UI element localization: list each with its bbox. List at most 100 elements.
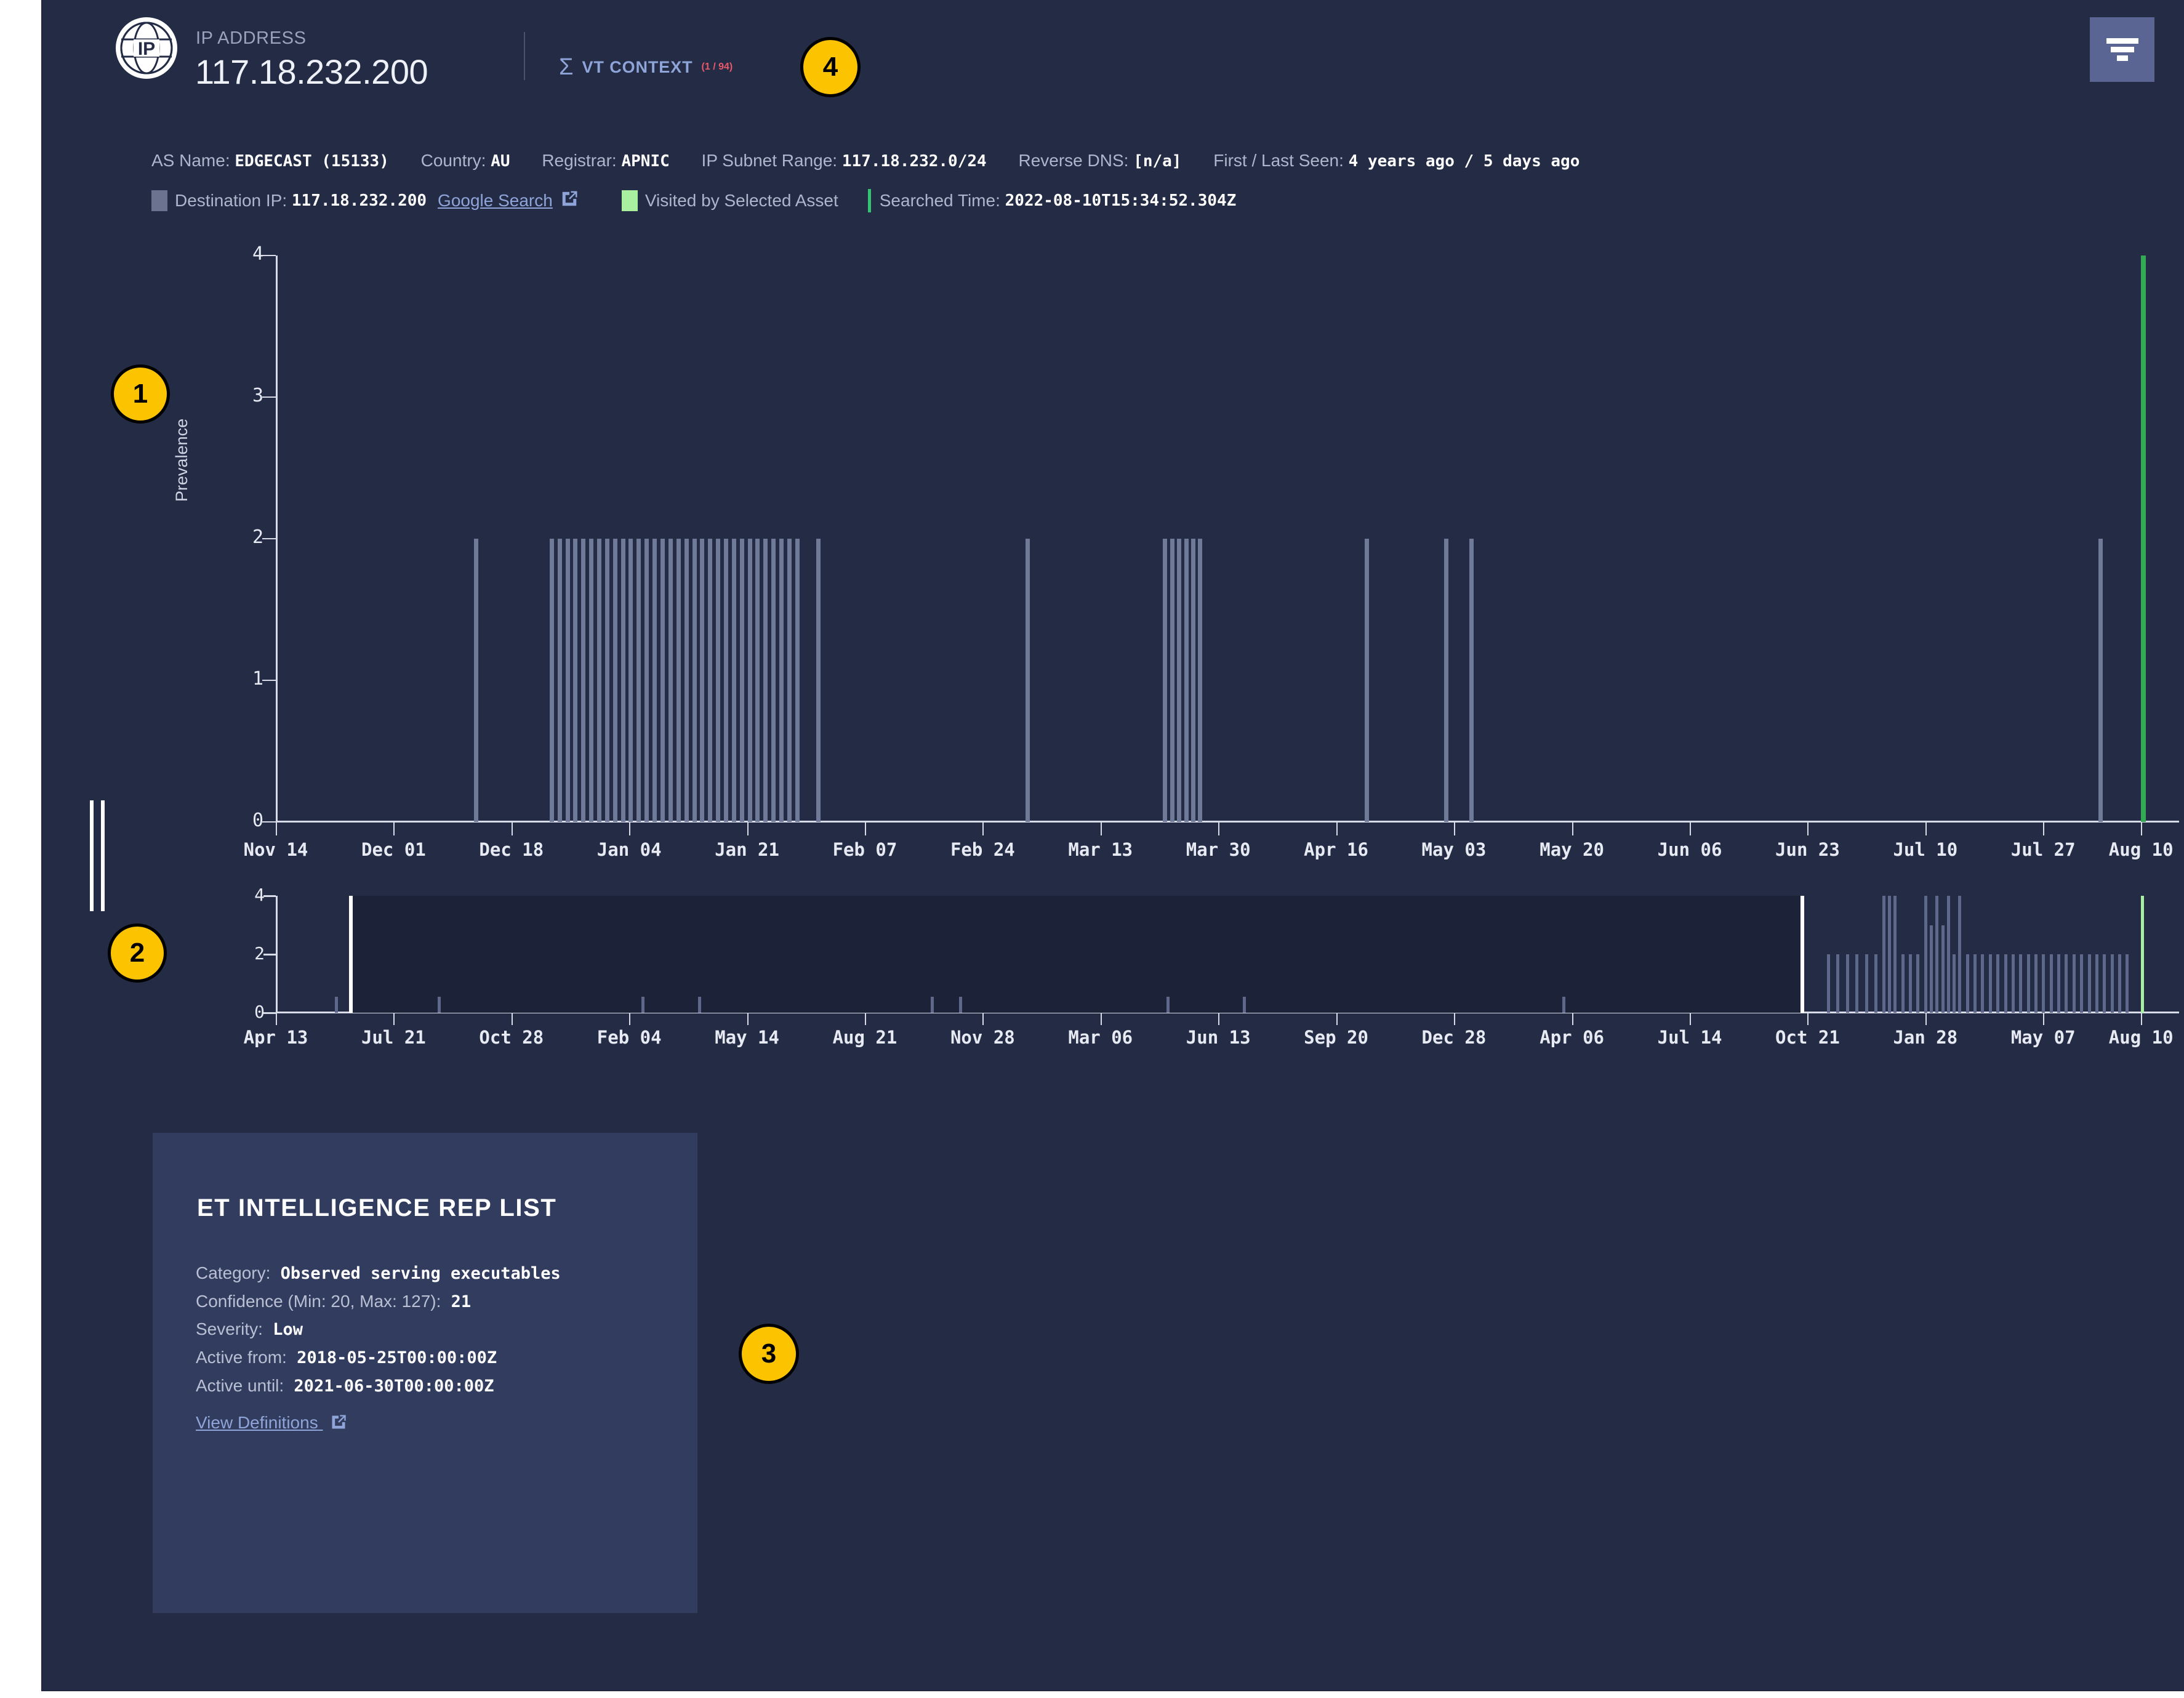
x-tick-label: Jan 04 <box>596 839 662 860</box>
callout-badge-4: 4 <box>800 37 861 97</box>
brush-x-tick <box>276 1013 277 1025</box>
brush-chart-bar <box>1893 896 1897 1013</box>
x-tick <box>511 822 513 835</box>
searched-time-label: Searched Time: <box>879 191 1000 210</box>
brush-chart-bar <box>1882 896 1885 1013</box>
brush-chart-bar <box>2019 954 2023 1013</box>
brush-chart-bar <box>959 996 963 1013</box>
chart-bar <box>739 539 744 822</box>
vt-context-link[interactable]: Σ VT CONTEXT (1 / 94) <box>559 55 733 79</box>
svg-text:IP: IP <box>138 39 155 59</box>
view-definitions-link[interactable]: View Definitions <box>196 1413 347 1435</box>
chart-bar <box>700 539 705 822</box>
et-card-row-label: Active from: <box>196 1348 287 1367</box>
chart-bar <box>1444 539 1449 822</box>
brush-x-tick <box>1100 1013 1102 1025</box>
prevalence-chart[interactable]: Prevalence 0 1 2 3 4 Nov 14 Dec 01 Dec 18 Jan 0… <box>172 243 2179 860</box>
brush-x-tick-label: Apr 06 <box>1540 1027 1605 1048</box>
brush-chart-bar <box>1981 954 1985 1013</box>
chart-bar <box>692 539 697 822</box>
chart-bar <box>716 539 721 822</box>
brush-chart-bar <box>641 996 644 1013</box>
external-link-icon[interactable] <box>560 190 579 212</box>
x-tick <box>1690 822 1692 835</box>
sigma-icon: Σ <box>559 54 574 80</box>
chart-bar <box>604 539 609 822</box>
chart-bar <box>747 539 752 822</box>
destination-ip-value: 117.18.232.200 <box>291 191 427 210</box>
chart-bar <box>1026 539 1030 822</box>
panel-resize-handle[interactable] <box>90 800 114 911</box>
chart-bar <box>628 539 633 822</box>
brush-chart-bar <box>1996 954 2000 1013</box>
google-search-link[interactable]: Google Search <box>438 191 553 211</box>
brush-chart-bar <box>1242 996 1246 1013</box>
x-tick <box>1336 822 1338 835</box>
x-tick-label: Feb 07 <box>832 839 897 860</box>
brush-y-tick <box>263 1012 276 1014</box>
et-card-row: Active from: 2018-05-25T00:00:00Z <box>196 1343 561 1372</box>
brush-chart-bar <box>1865 954 1868 1013</box>
brush-handle-left[interactable] <box>349 896 353 1013</box>
brush-y-tick-label: 4 <box>254 885 265 905</box>
brush-chart-bar <box>1836 954 1840 1013</box>
x-tick-label: Jan 21 <box>715 839 779 860</box>
brush-handle-right[interactable] <box>1800 896 1804 1013</box>
chart-bar <box>2098 539 2103 822</box>
brush-chart-bar <box>1901 954 1905 1013</box>
brush-chart-bar <box>2042 954 2045 1013</box>
brush-x-tick-label: Oct 28 <box>479 1027 544 1048</box>
x-tick <box>2141 822 2143 835</box>
x-tick <box>747 822 749 835</box>
filter-button[interactable] <box>2090 17 2154 82</box>
brush-chart-bar <box>1916 954 1920 1013</box>
brush-x-tick <box>511 1013 513 1025</box>
country-field: Country: AU <box>420 151 510 171</box>
brush-x-tick <box>982 1013 984 1025</box>
et-card-row-value: Low <box>262 1320 303 1340</box>
x-tick-label: Aug 10 <box>2108 839 2174 860</box>
brush-x-tick-label: Aug 10 <box>2108 1027 2174 1048</box>
y-tick-label: 3 <box>252 385 263 406</box>
brush-chart-bar <box>1935 896 1939 1013</box>
x-tick-label: Mar 13 <box>1068 839 1133 860</box>
brush-x-tick <box>864 1013 866 1025</box>
brush-x-tick <box>1453 1013 1455 1025</box>
x-tick <box>1218 822 1220 835</box>
chart-bar <box>816 539 821 822</box>
metadata-row-primary: AS Name: EDGECAST (15133) Country: AU Re… <box>151 151 1607 171</box>
et-card-row-value: 2018-05-25T00:00:00Z <box>286 1348 497 1368</box>
searched-time-value: 2022-08-10T15:34:52.304Z <box>1005 191 1237 210</box>
chart-bar <box>1162 539 1167 822</box>
chart-bar <box>723 539 728 822</box>
chart-bar <box>557 539 562 822</box>
brush-chart-bar <box>698 996 702 1013</box>
legend-swatch-visited <box>621 190 638 211</box>
brush-x-tick-label: Jul 14 <box>1657 1027 1722 1048</box>
callout-badge-3: 3 <box>739 1324 799 1384</box>
x-tick <box>1100 822 1102 835</box>
brush-x-tick-label: Aug 21 <box>832 1027 897 1048</box>
brush-chart-bar <box>1874 954 1878 1013</box>
x-tick <box>393 822 395 835</box>
brush-chart-bar <box>1562 996 1566 1013</box>
brush-chart-bar <box>2095 954 2098 1013</box>
brush-x-tick-label: May 14 <box>715 1027 779 1048</box>
timeline-brush-chart[interactable]: 0 2 4 <box>254 885 2179 1025</box>
x-tick-label: Apr 16 <box>1304 839 1368 860</box>
brush-chart-bar <box>2110 954 2114 1013</box>
chart-bar <box>684 539 689 822</box>
ip-address-value: 117.18.232.200 <box>195 52 428 91</box>
brush-x-tick <box>1336 1013 1338 1025</box>
chart-bar <box>1364 539 1369 822</box>
et-card-row: Severity: Low <box>196 1315 561 1343</box>
brush-chart-bar <box>2049 954 2053 1013</box>
y-tick <box>262 396 276 398</box>
et-card-row: Confidence (Min: 20, Max: 127): 21 <box>196 1287 561 1316</box>
x-tick <box>1925 822 1927 835</box>
brush-chart-bar <box>1855 954 1859 1013</box>
x-tick <box>1453 822 1455 835</box>
chart-bar <box>473 539 478 822</box>
external-link-icon[interactable] <box>330 1414 347 1435</box>
brush-x-tick-label: Sep 20 <box>1304 1027 1368 1048</box>
